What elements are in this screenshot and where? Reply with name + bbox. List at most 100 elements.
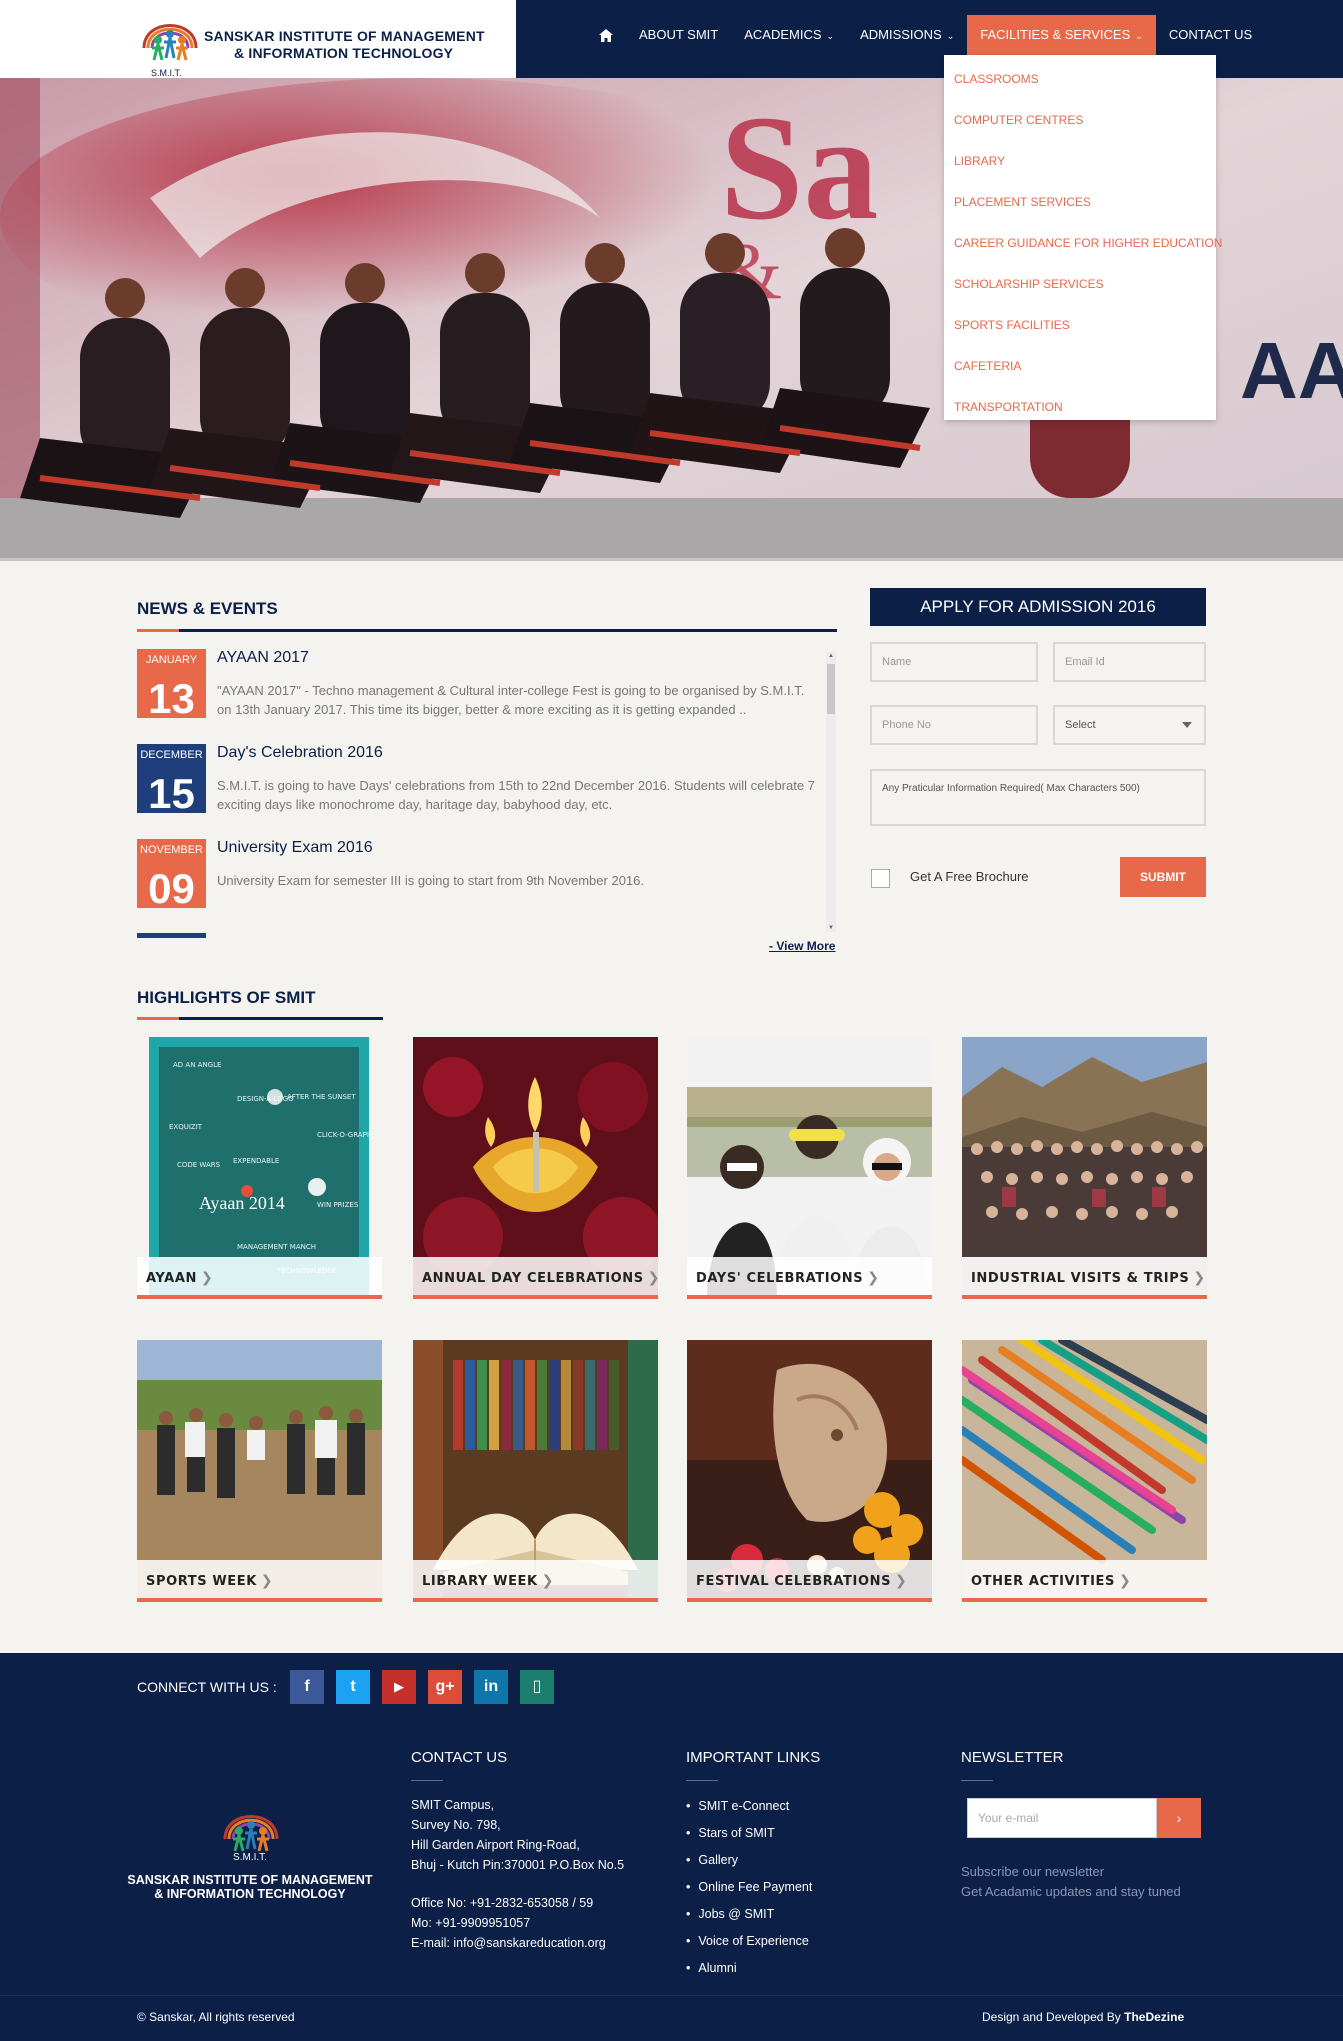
scroll-down-icon[interactable]: ▼ <box>827 924 835 932</box>
nav-contact[interactable]: CONTACT US <box>1156 15 1265 55</box>
connect-label: CONNECT WITH US : <box>137 1679 277 1695</box>
youtube-icon[interactable]: ▶ <box>382 1670 416 1704</box>
highlight-label-text: LIBRARY WEEK <box>422 1574 538 1589</box>
linkedin-icon[interactable]: in <box>474 1670 508 1704</box>
contact-email[interactable]: E-mail: info@sanskareducation.org <box>411 1933 606 1953</box>
date-day: 13 <box>148 675 195 718</box>
designer-link[interactable]: TheDezine <box>1124 2010 1184 2024</box>
highlight-accent-bar <box>413 1598 658 1602</box>
footer-link-jobs[interactable]: Jobs @ SMIT <box>686 1907 774 1921</box>
youtube-glyph: ▶ <box>394 1679 404 1694</box>
newsletter-text2: Get Acadamic updates and stay tuned <box>961 1884 1181 1899</box>
nav-contact-label: CONTACT US <box>1168 27 1253 42</box>
scroll-thumb[interactable] <box>827 664 835 714</box>
contact-heading-rule <box>411 1780 443 1781</box>
email-field[interactable]: Email Id <box>1053 642 1206 682</box>
submit-button[interactable]: SUBMIT <box>1120 857 1206 897</box>
chevron-right-icon: ❯ <box>867 1270 880 1286</box>
news-item[interactable]: JANUARY 13 AYAAN 2017 "AYAAN 2017" - Tec… <box>137 649 817 724</box>
course-select[interactable]: Select <box>1053 705 1206 745</box>
highlight-card-festival-celebrations[interactable]: FESTIVAL CELEBRATIONS ❯ <box>687 1340 932 1602</box>
nav-academics-label: ACADEMICS <box>744 27 822 42</box>
name-field[interactable]: Name <box>870 642 1038 682</box>
svg-text:Sa: Sa <box>720 85 878 251</box>
news-title[interactable]: Day's Celebration 2016 <box>217 744 383 762</box>
dropdown-item-cafeteria[interactable]: CAFETERIA <box>944 350 1216 391</box>
mobile-glyph: ▯ <box>532 1678 542 1695</box>
highlight-label-text: INDUSTRIAL VISITS & TRIPS <box>971 1271 1190 1286</box>
news-scrollbar[interactable]: ▲ ▼ <box>826 652 836 932</box>
highlight-accent-bar <box>962 1295 1207 1299</box>
nav-admissions-label: ADMISSIONS <box>860 27 942 42</box>
phone-field[interactable]: Phone No <box>870 705 1038 745</box>
highlight-card-library-week[interactable]: LIBRARY WEEK ❯ <box>413 1340 658 1602</box>
footer-logo-line2: & INFORMATION TECHNOLOGY <box>154 1887 346 1901</box>
footer-logo-line1: SANSKAR INSTITUTE OF MANAGEMENT <box>127 1873 373 1887</box>
news-item[interactable]: DECEMBER 15 Day's Celebration 2016 S.M.I… <box>137 744 817 819</box>
google-plus-icon[interactable]: g+ <box>428 1670 462 1704</box>
dropdown-item-placement[interactable]: PLACEMENT SERVICES <box>944 186 1216 227</box>
highlight-card-other-activities[interactable]: OTHER ACTIVITIES ❯ <box>962 1340 1207 1602</box>
footer-link-gallery[interactable]: Gallery <box>686 1853 738 1867</box>
highlight-card-annual-day[interactable]: ANNUAL DAY CELEBRATIONS ❯ <box>413 1037 661 1299</box>
scroll-up-icon[interactable]: ▲ <box>827 652 835 660</box>
date-badge: NOVEMBER 09 <box>137 839 206 908</box>
highlight-label-text: FESTIVAL CELEBRATIONS <box>696 1574 892 1589</box>
dropdown-item-computer-centres[interactable]: COMPUTER CENTRES <box>944 104 1216 145</box>
highlight-card-days-celebrations[interactable]: DAYS' CELEBRATIONS ❯ <box>687 1037 932 1299</box>
dropdown-item-scholarship[interactable]: SCHOLARSHIP SERVICES <box>944 268 1216 309</box>
brochure-label: Get A Free Brochure <box>910 869 1029 884</box>
highlight-card-sports-week[interactable]: SPORTS WEEK ❯ <box>137 1340 382 1602</box>
contact-office-phone: Office No: +91-2832-653058 / 59 <box>411 1896 594 1910</box>
news-title[interactable]: AYAAN 2017 <box>217 649 309 667</box>
dropdown-item-library[interactable]: LIBRARY <box>944 145 1216 186</box>
nav-about[interactable]: ABOUT SMIT <box>626 15 731 55</box>
google-plus-glyph: g+ <box>435 1678 455 1695</box>
twitter-icon[interactable]: t <box>336 1670 370 1704</box>
chevron-right-icon: ❯ <box>647 1270 661 1286</box>
nav-facilities[interactable]: FACILITIES & SERVICES ⌄ <box>967 15 1156 55</box>
highlights-title-rule <box>137 1017 383 1020</box>
facebook-icon[interactable]: f <box>290 1670 324 1704</box>
dropdown-item-classrooms[interactable]: CLASSROOMS <box>944 63 1216 104</box>
svg-text:MANAGEMENT MANCH: MANAGEMENT MANCH <box>237 1243 316 1251</box>
newsletter-submit-button[interactable]: › <box>1157 1798 1201 1838</box>
date-day: 15 <box>148 770 195 813</box>
hero-divider <box>0 558 1343 561</box>
highlight-accent-bar <box>413 1295 658 1299</box>
footer-link-fee-payment[interactable]: Online Fee Payment <box>686 1880 812 1894</box>
footer-link-econnect[interactable]: SMIT e-Connect <box>686 1799 789 1813</box>
svg-text:WIN PRIZES: WIN PRIZES <box>317 1201 359 1209</box>
mobile-icon[interactable]: ▯ <box>520 1670 554 1704</box>
newsletter-email-input[interactable]: Your e-mail <box>967 1798 1157 1838</box>
view-more-link[interactable]: - View More <box>769 939 835 953</box>
svg-text:EXQUIZIT: EXQUIZIT <box>169 1123 203 1131</box>
info-textarea[interactable]: Any Praticular Information Required( Max… <box>870 769 1206 826</box>
news-item[interactable]: NOVEMBER 09 University Exam 2016 Univers… <box>137 839 817 914</box>
dropdown-item-sports[interactable]: SPORTS FACILITIES <box>944 309 1216 350</box>
nav-home[interactable] <box>586 15 626 55</box>
highlight-label: AYAAN ❯ <box>137 1257 382 1295</box>
highlight-card-industrial-visits[interactable]: INDUSTRIAL VISITS & TRIPS ❯ <box>962 1037 1207 1299</box>
links-heading-rule <box>686 1780 718 1781</box>
brochure-checkbox[interactable] <box>871 869 890 888</box>
nav-facilities-label: FACILITIES & SERVICES <box>980 27 1131 42</box>
footer-link-alumni[interactable]: Alumni <box>686 1961 736 1975</box>
dropdown-item-career-guidance[interactable]: CAREER GUIDANCE FOR HIGHER EDUCATION <box>944 227 1222 268</box>
highlight-card-ayaan[interactable]: AD AN ANGLE DESIGN-A-LOGO EXQUIZIT AFTER… <box>137 1037 382 1299</box>
highlight-label: INDUSTRIAL VISITS & TRIPS ❯ <box>962 1257 1207 1295</box>
chevron-right-icon: ❯ <box>541 1573 555 1589</box>
logo[interactable]: SANSKAR INSTITUTE OF MANAGEMENT & INFORM… <box>0 0 516 78</box>
footer-link-voice[interactable]: Voice of Experience <box>686 1934 809 1948</box>
nav-admissions[interactable]: ADMISSIONS ⌄ <box>847 15 967 55</box>
footer-link-stars[interactable]: Stars of SMIT <box>686 1826 774 1840</box>
dropdown-item-transportation[interactable]: TRANSPORTATION <box>944 391 1216 432</box>
nav-academics[interactable]: ACADEMICS ⌄ <box>731 15 847 55</box>
chevron-down-icon: ⌄ <box>826 31 835 41</box>
contact-address-line: Hill Garden Airport Ring-Road, <box>411 1838 580 1852</box>
highlight-accent-bar <box>687 1295 932 1299</box>
news-title-rule <box>137 629 837 632</box>
highlight-label: OTHER ACTIVITIES ❯ <box>962 1560 1207 1598</box>
linkedin-glyph: in <box>483 1678 499 1695</box>
news-title[interactable]: University Exam 2016 <box>217 839 373 857</box>
